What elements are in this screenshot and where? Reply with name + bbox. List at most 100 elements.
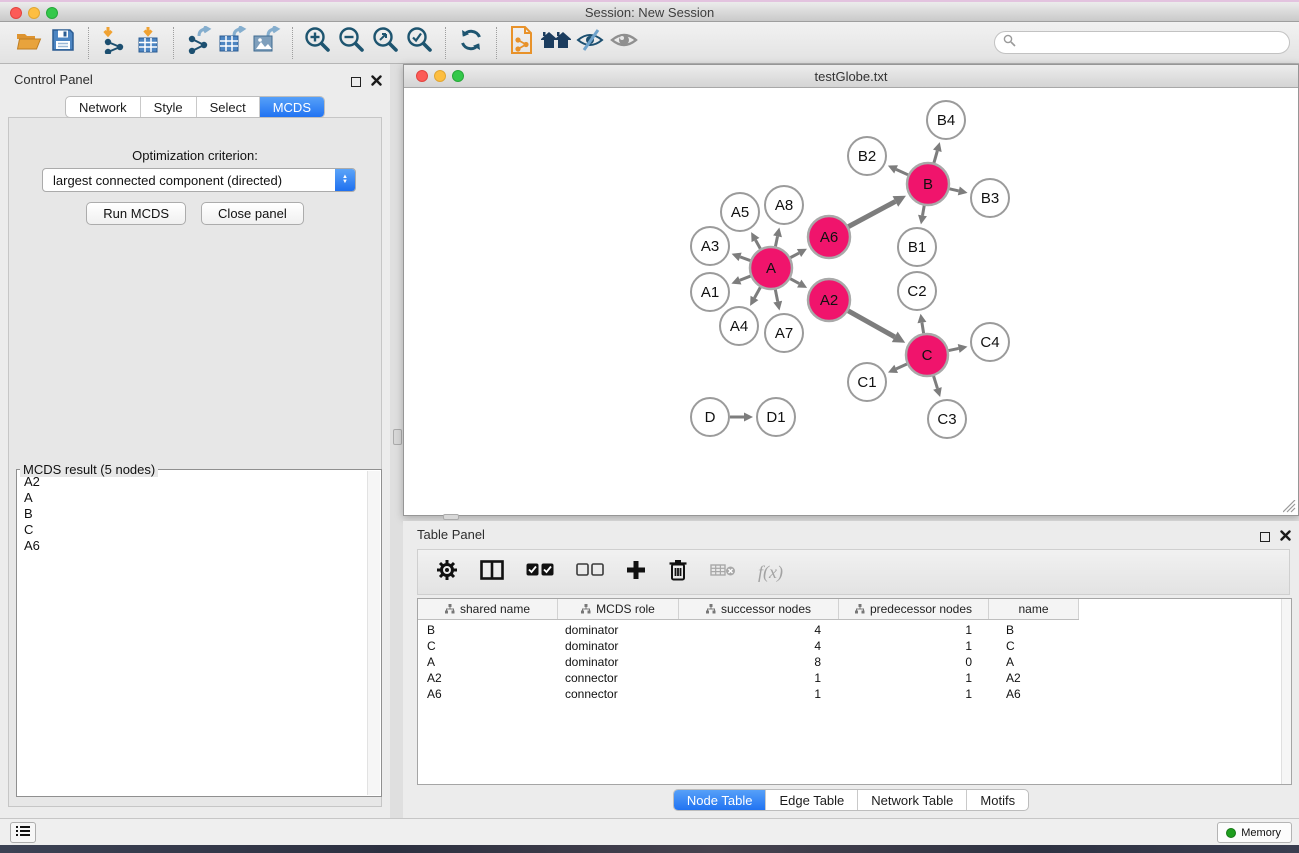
table-options-button[interactable]	[436, 559, 458, 586]
result-item[interactable]: C	[18, 522, 367, 538]
export-image-button[interactable]	[250, 26, 284, 60]
table-cell: A	[989, 655, 1079, 669]
toolbar-search[interactable]	[994, 31, 1290, 54]
show-column-button[interactable]	[480, 560, 504, 585]
memory-button[interactable]: Memory	[1217, 822, 1292, 843]
tab-node-table[interactable]: Node Table	[674, 790, 767, 810]
tab-edge-table[interactable]: Edge Table	[766, 790, 858, 810]
network-canvas[interactable]: B4B2BB3A8A5A6A3B1AA1C2A2A4A7C4CC1DD1C3	[404, 88, 1298, 515]
zoom-fit-button[interactable]	[369, 26, 403, 60]
import-network-button[interactable]	[97, 26, 131, 60]
graph-edge-A-A8[interactable]	[775, 236, 777, 246]
unselect-all-columns-button[interactable]	[576, 563, 604, 581]
tab-mcds[interactable]: MCDS	[260, 97, 324, 117]
zoom-in-icon	[304, 26, 332, 59]
hide-details-button[interactable]	[573, 26, 607, 60]
workspace: Control Panel Network Style Select MCDS …	[0, 64, 1299, 818]
graph-edge-B-B1[interactable]	[923, 206, 925, 216]
import-table-button[interactable]	[131, 26, 165, 60]
graph-edge-B-B2[interactable]	[896, 169, 908, 174]
app-titlebar: Session: New Session	[0, 0, 1299, 22]
graph-edge-A-A6[interactable]	[790, 253, 799, 258]
graph-edge-A2-C[interactable]	[848, 311, 895, 337]
graph-edge-A-A4[interactable]	[754, 287, 760, 298]
tab-motifs[interactable]: Motifs	[967, 790, 1028, 810]
table-row[interactable]: Bdominator41B	[418, 622, 1291, 638]
refresh-view-button[interactable]	[454, 26, 488, 60]
graph-edge-A-A2[interactable]	[790, 279, 799, 284]
delete-table-button[interactable]	[710, 563, 736, 582]
zoom-out-button[interactable]	[335, 26, 369, 60]
floppy-disk-icon	[51, 28, 75, 57]
column-header-mcds-role[interactable]: MCDS role	[558, 599, 679, 619]
close-panel-button[interactable]: Close panel	[201, 202, 304, 225]
tab-select[interactable]: Select	[197, 97, 260, 117]
result-item[interactable]: A2	[18, 474, 367, 490]
zoom-selected-button[interactable]	[403, 26, 437, 60]
table-row[interactable]: A6connector11A6	[418, 686, 1291, 702]
select-all-columns-button[interactable]	[526, 563, 554, 581]
toolbar-separator	[445, 27, 446, 59]
save-session-button[interactable]	[46, 26, 80, 60]
graph-edge-C-C4[interactable]	[949, 348, 959, 350]
table-row[interactable]: Cdominator41C	[418, 638, 1291, 654]
control-panel-tabs: Network Style Select MCDS	[65, 96, 325, 118]
task-history-button[interactable]	[10, 822, 36, 843]
result-item[interactable]: A	[18, 490, 367, 506]
criterion-dropdown[interactable]: largest connected component (directed) ▲…	[42, 168, 356, 192]
graph-edge-A-A1[interactable]	[740, 276, 751, 280]
table-cell: C	[989, 639, 1079, 653]
graph-node-label: D1	[766, 409, 785, 426]
close-table-panel-icon[interactable]	[1280, 528, 1291, 546]
graph-edge-A-A3[interactable]	[740, 257, 750, 261]
result-item[interactable]: B	[18, 506, 367, 522]
column-type-icon	[581, 604, 591, 614]
graph-edge-A6-B[interactable]	[848, 201, 895, 226]
tab-style[interactable]: Style	[141, 97, 197, 117]
table-scrollbar[interactable]	[1281, 599, 1291, 784]
column-header-shared-name[interactable]: shared name	[418, 599, 558, 619]
graph-edge-B-B3[interactable]	[949, 189, 958, 191]
export-network-button[interactable]	[182, 26, 216, 60]
export-table-button[interactable]	[216, 26, 250, 60]
search-input[interactable]	[1021, 36, 1289, 50]
table-row[interactable]: A2connector11A2	[418, 670, 1291, 686]
close-panel-icon[interactable]	[371, 73, 382, 91]
function-builder-button[interactable]: f(x)	[758, 562, 783, 583]
column-header-successor-nodes[interactable]: successor nodes	[679, 599, 839, 619]
mcds-result-list[interactable]: A2ABCA6	[18, 474, 367, 795]
resize-grip-icon[interactable]	[1283, 500, 1296, 513]
column-header-name[interactable]: name	[989, 599, 1079, 619]
horizontal-split-handle[interactable]	[443, 514, 459, 520]
table-row[interactable]: Adominator80A	[418, 654, 1291, 670]
network-from-file-button[interactable]	[505, 26, 539, 60]
result-item[interactable]: A6	[18, 538, 367, 554]
graph-edge-A-A7[interactable]	[775, 290, 777, 302]
network-graph[interactable]: B4B2BB3A8A5A6A3B1AA1C2A2A4A7C4CC1DD1C3	[404, 88, 1298, 515]
table-cell: 1	[839, 639, 989, 653]
mcds-result-box: MCDS result (5 nodes) A2ABCA6	[16, 469, 382, 797]
zoom-in-button[interactable]	[301, 26, 335, 60]
graph-edge-A-A5[interactable]	[755, 240, 760, 249]
result-scrollbar[interactable]	[367, 471, 380, 795]
float-panel-icon[interactable]	[351, 77, 361, 87]
graph-node-label: B3	[981, 190, 999, 207]
gallery-home-button[interactable]	[539, 26, 573, 60]
float-table-panel-icon[interactable]	[1260, 532, 1270, 542]
desktop-background	[0, 845, 1299, 853]
graph-edge-C-C2[interactable]	[922, 323, 924, 334]
tab-network[interactable]: Network	[66, 97, 141, 117]
houses-icon	[540, 28, 572, 57]
network-window-titlebar[interactable]: testGlobe.txt	[404, 65, 1298, 88]
graph-edge-B-B4[interactable]	[934, 151, 937, 163]
run-mcds-button[interactable]: Run MCDS	[86, 202, 186, 225]
graph-edge-C-C3[interactable]	[934, 376, 938, 388]
create-column-button[interactable]	[626, 560, 646, 585]
show-details-button[interactable]	[607, 26, 641, 60]
delete-columns-button[interactable]	[668, 559, 688, 586]
graph-edge-C-C1[interactable]	[896, 364, 907, 369]
tab-network-table[interactable]: Network Table	[858, 790, 967, 810]
vertical-split-handle[interactable]	[393, 429, 402, 445]
open-session-button[interactable]	[12, 26, 46, 60]
column-header-predecessor-nodes[interactable]: predecessor nodes	[839, 599, 989, 619]
